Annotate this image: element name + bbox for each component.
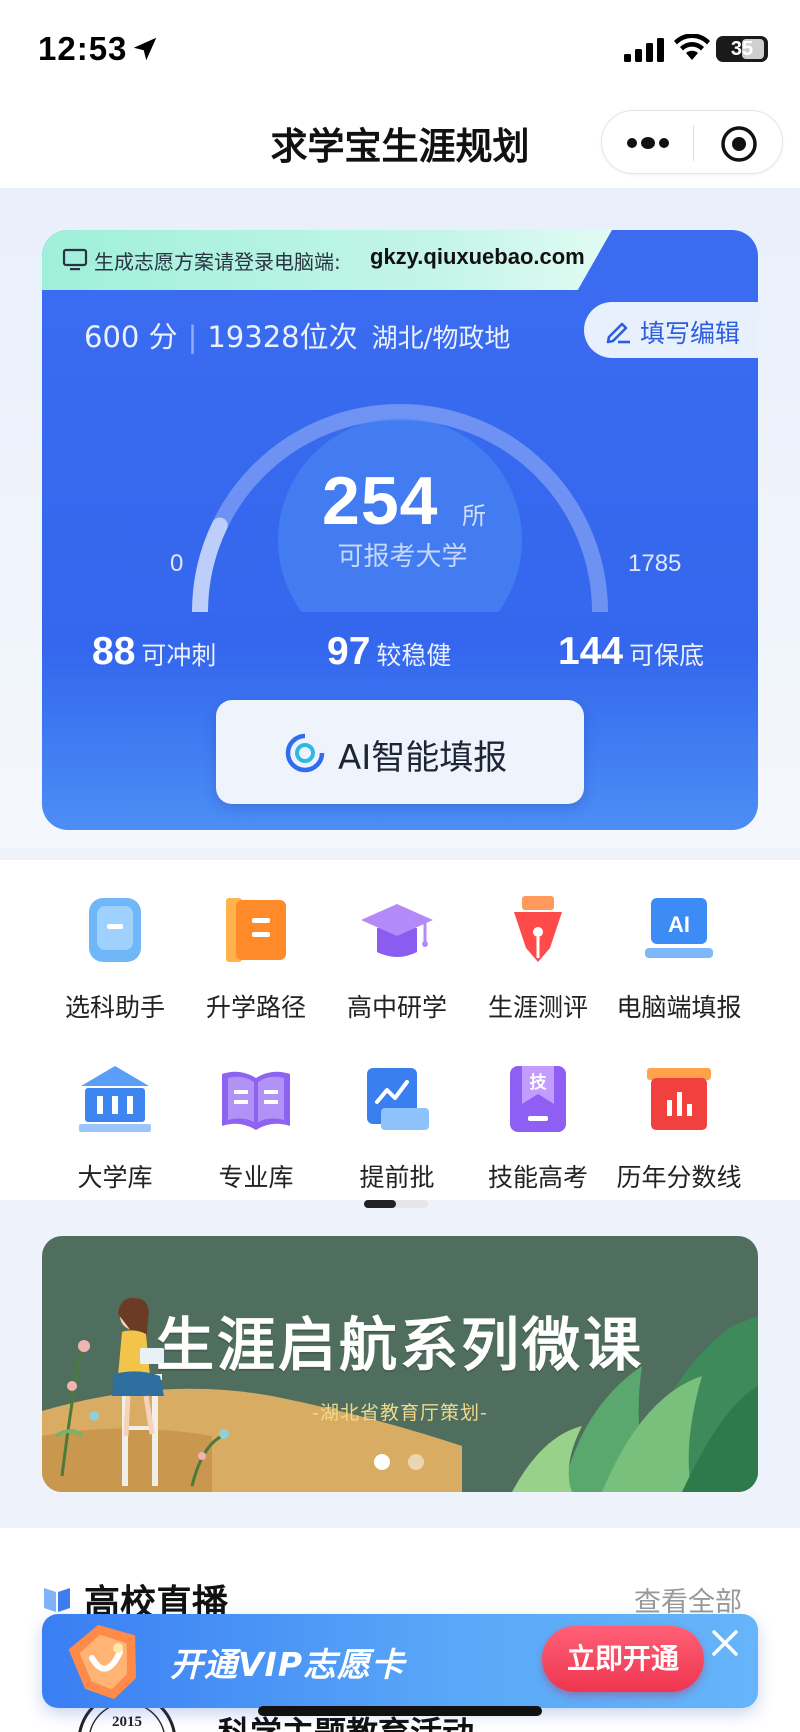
menu-label: 高中研学	[346, 993, 447, 1022]
vip-badge-icon	[68, 1624, 137, 1700]
stat-safe[interactable]: 144 可保底	[558, 630, 704, 674]
nav-bar: 求学宝生涯规划	[0, 96, 800, 188]
stat-reach[interactable]: 88 可冲刺	[92, 630, 216, 674]
menu-item-skill-exam[interactable]: 技 技能高考	[463, 1060, 613, 1194]
banner-label: 生成志愿方案请登录电脑端:	[94, 250, 341, 274]
menu-item-university-db[interactable]: 大学库	[40, 1060, 190, 1194]
bar-chart-icon	[647, 1068, 711, 1130]
score-summary: 600 分 | 19328位次 湖北/物政地	[84, 314, 510, 356]
graduation-cap-icon	[361, 904, 433, 957]
battery-icon: 35	[716, 36, 768, 62]
menu-label: 大学库	[77, 1163, 153, 1192]
menu-item-early-batch[interactable]: 提前批	[322, 1060, 472, 1194]
menu-item-admission-path[interactable]: 升学路径	[181, 890, 331, 1024]
menu-label: 生涯测评	[487, 993, 588, 1022]
score-separator: |	[187, 320, 198, 354]
edit-label: 填写编辑	[640, 319, 741, 348]
stat-stable[interactable]: 97 较稳健	[327, 630, 451, 674]
stat-stable-number: 97	[327, 630, 371, 673]
menu-item-career-test[interactable]: 生涯测评	[463, 890, 613, 1024]
open-vip-button[interactable]: 立即开通	[542, 1626, 704, 1692]
menu-item-pc-fill[interactable]: AI 电脑端填报	[604, 890, 754, 1024]
close-icon[interactable]	[710, 1628, 740, 1658]
target-icon[interactable]	[720, 125, 758, 163]
monitor-icon	[62, 248, 88, 271]
banner-title: 生涯启航系列微课	[155, 1311, 644, 1379]
menu-label: 提前批	[359, 1163, 435, 1192]
eligible-universities-count: 254	[322, 463, 439, 539]
battery-percent: 35	[730, 38, 754, 60]
skill-badge-icon: 技	[510, 1066, 566, 1132]
province-subjects: 湖北/物政地	[371, 324, 511, 354]
ai-monitor-icon: AI	[645, 898, 713, 958]
ai-swirl-icon	[285, 733, 325, 773]
career-course-banner[interactable]: 生涯启航系列微课 -湖北省教育厅策划-	[42, 1236, 758, 1492]
menu-label: 升学路径	[205, 993, 306, 1022]
score-value: 600 分	[84, 320, 178, 354]
pc-login-banner[interactable]: 生成志愿方案请登录电脑端: gkzy.qiuxuebao.com	[42, 230, 612, 290]
wifi-icon	[674, 34, 710, 60]
signal-icon	[624, 38, 664, 62]
backpack-icon	[89, 898, 141, 962]
svg-text:技: 技	[530, 1072, 548, 1093]
chart-trend-icon	[367, 1068, 429, 1130]
pen-nib-icon	[514, 896, 562, 962]
capsule-divider	[693, 125, 694, 161]
menu-label: 电脑端填报	[616, 993, 742, 1022]
menu-pager-active	[364, 1200, 396, 1208]
stat-reach-number: 88	[92, 630, 136, 673]
home-indicator	[258, 1706, 542, 1716]
vip-promo-bar[interactable]: 开通VIP志愿卡 立即开通	[42, 1614, 758, 1708]
more-dots-icon[interactable]	[624, 129, 672, 157]
gauge-unit: 所	[462, 502, 486, 530]
banner-dot	[408, 1454, 424, 1470]
score-card: 生成志愿方案请登录电脑端: gkzy.qiuxuebao.com 600 分 | 1…	[42, 230, 758, 830]
banner-pager	[374, 1454, 434, 1472]
stat-safe-number: 144	[558, 630, 624, 673]
menu-label: 历年分数线	[616, 1163, 742, 1192]
stat-stable-label: 较稳健	[376, 641, 452, 670]
stat-reach-label: 可冲刺	[141, 641, 217, 670]
menu-label: 技能高考	[487, 1163, 588, 1192]
gauge-subtitle: 可报考大学	[337, 542, 468, 572]
menu-label: 选科助手	[64, 993, 165, 1022]
book-marker-icon	[44, 1588, 70, 1612]
book-folder-icon	[226, 898, 286, 962]
menu-item-subject-helper[interactable]: 选科助手	[40, 890, 190, 1024]
stat-safe-label: 可保底	[629, 641, 705, 670]
status-time: 12:53	[38, 30, 128, 67]
menu-item-score-lines[interactable]: 历年分数线	[604, 1060, 754, 1194]
ai-fill-label: AI智能填报	[338, 738, 508, 778]
university-building-icon	[79, 1066, 151, 1132]
pen-icon	[606, 322, 630, 344]
open-book-icon	[222, 1071, 290, 1130]
status-bar: 12:53 35	[0, 0, 800, 96]
feature-grid: 选科助手 升学路径 高中研学 生涯测评 AI 电脑端填报 大学库 专业库 提前批…	[0, 860, 800, 1200]
banner-subtitle: -湖北省教育厅策划-	[312, 1402, 488, 1424]
menu-item-major-db[interactable]: 专业库	[181, 1060, 331, 1194]
rank-value: 19328位次	[207, 320, 358, 354]
banner-dot-active	[374, 1454, 390, 1470]
banner-url: gkzy.qiuxuebao.com	[370, 244, 585, 269]
menu-pager	[364, 1200, 428, 1208]
mini-program-capsule	[601, 110, 783, 174]
edit-button[interactable]: 填写编辑	[584, 302, 758, 358]
vip-promo-text: 开通VIP志愿卡	[170, 1645, 406, 1684]
location-arrow-icon	[133, 37, 157, 61]
menu-item-study-tour[interactable]: 高中研学	[322, 890, 472, 1024]
svg-text:AI: AI	[668, 912, 690, 937]
logo-year: 2015	[112, 1714, 142, 1730]
ai-fill-button[interactable]: AI智能填报	[216, 700, 584, 804]
menu-label: 专业库	[218, 1163, 294, 1192]
